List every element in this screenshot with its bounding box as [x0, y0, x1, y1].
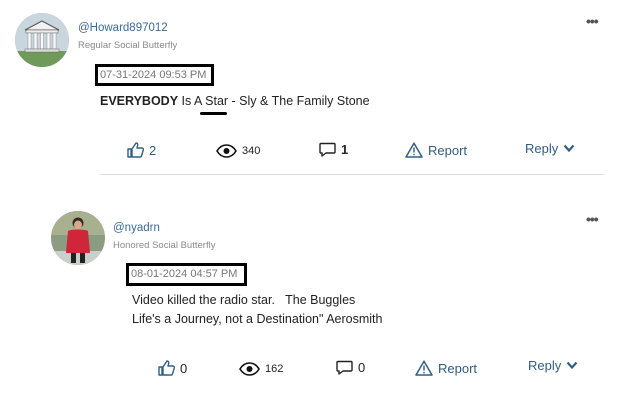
- comment-icon: [336, 360, 353, 375]
- body-text: - Sly & The Family Stone: [228, 94, 370, 108]
- post-body: EVERYBODY Is A Star - Sly & The Family S…: [100, 92, 370, 110]
- kudos-button[interactable]: 2: [127, 142, 156, 158]
- username[interactable]: @Howard897012: [78, 22, 168, 34]
- views-number: 340: [242, 145, 261, 157]
- more-options-icon[interactable]: •••: [586, 211, 599, 227]
- more-options-icon[interactable]: •••: [586, 13, 599, 29]
- post-timestamp: 07-31-2024 09:53 PM: [95, 64, 214, 86]
- report-label: Report: [428, 142, 468, 158]
- kudos-count: 2: [149, 142, 157, 158]
- views-count: 162: [239, 362, 283, 376]
- views-number: 162: [265, 363, 284, 375]
- warning-icon: [415, 360, 433, 376]
- avatar[interactable]: [51, 211, 105, 265]
- post-body-line-1: Video killed the radio star. The Buggles: [132, 293, 356, 307]
- comment-icon: [319, 142, 336, 157]
- post-1: @Howard897012 Regular Social Butterfly •…: [0, 0, 641, 190]
- username[interactable]: @nyadrn: [113, 222, 160, 234]
- kudos-button[interactable]: 0: [158, 360, 187, 376]
- comments-count: 0: [358, 360, 366, 375]
- post-2: @nyadrn Honored Social Butterfly ••• 08-…: [0, 190, 641, 400]
- comments-button[interactable]: 1: [319, 142, 348, 157]
- reply-label: Reply: [525, 141, 559, 156]
- body-bold-text: EVERYBODY: [100, 94, 179, 108]
- reply-button[interactable]: Reply: [528, 358, 578, 373]
- user-rank: Honored Social Butterfly: [113, 240, 216, 251]
- warning-icon: [405, 142, 423, 158]
- comments-count: 1: [341, 142, 349, 157]
- body-text: Star: [205, 94, 229, 108]
- report-button[interactable]: Report: [405, 142, 467, 158]
- post-body-line-2: Life's a Journey, not a Destination" Aer…: [132, 312, 383, 326]
- annotation-underline: [200, 112, 227, 115]
- reply-button[interactable]: Reply: [525, 141, 575, 156]
- body-text: Is A: [178, 94, 206, 108]
- thumbs-up-icon: [158, 360, 175, 376]
- avatar[interactable]: [15, 13, 69, 67]
- user-rank: Regular Social Butterfly: [78, 40, 178, 51]
- report-label: Report: [438, 360, 478, 376]
- eye-icon: [239, 362, 260, 376]
- chevron-down-icon: [566, 361, 578, 370]
- views-count: 340: [216, 144, 260, 158]
- post-timestamp: 08-01-2024 04:57 PM: [126, 263, 247, 286]
- reply-label: Reply: [528, 358, 562, 373]
- post-divider: [100, 174, 604, 175]
- chevron-down-icon: [563, 144, 575, 153]
- thumbs-up-icon: [127, 142, 144, 158]
- report-button[interactable]: Report: [415, 360, 477, 376]
- comments-button[interactable]: 0: [336, 360, 365, 375]
- eye-icon: [216, 144, 237, 158]
- kudos-count: 0: [180, 360, 188, 376]
